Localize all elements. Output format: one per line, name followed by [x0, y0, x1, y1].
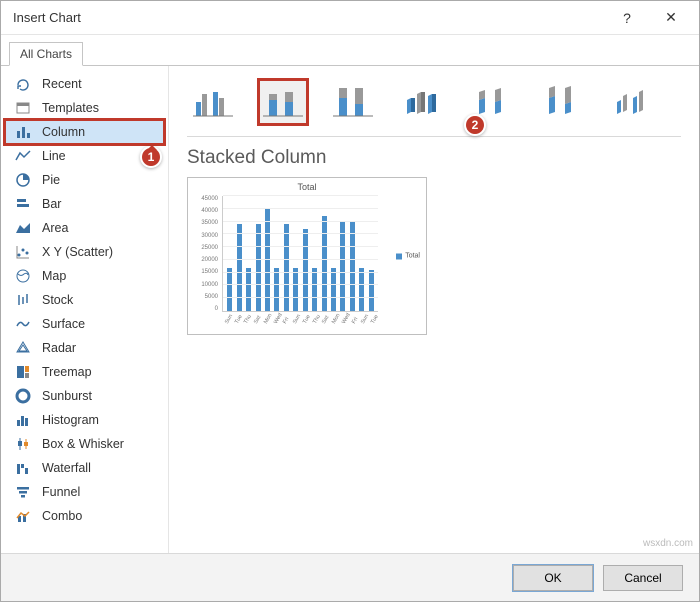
radar-icon: [14, 339, 32, 357]
chart-plot-area: [222, 196, 378, 312]
treemap-icon: [14, 363, 32, 381]
sidebar-item-histogram[interactable]: Histogram: [5, 408, 164, 432]
pie-icon: [14, 171, 32, 189]
subtype-3d-clustered-column[interactable]: [397, 78, 449, 126]
line-icon: [14, 147, 32, 165]
sidebar-item-label: Box & Whisker: [42, 437, 124, 451]
sidebar-item-column[interactable]: Column: [5, 120, 164, 144]
tab-label: All Charts: [20, 47, 72, 61]
sidebar-item-label: Sunburst: [42, 389, 92, 403]
templates-icon: [14, 99, 32, 117]
column-icon: [14, 123, 32, 141]
sidebar-item-label: Treemap: [42, 365, 92, 379]
annotation-marker-2: 2: [464, 114, 486, 136]
tab-strip: All Charts: [1, 35, 699, 66]
sidebar-item-stock[interactable]: Stock: [5, 288, 164, 312]
funnel-icon: [14, 483, 32, 501]
tab-all-charts[interactable]: All Charts: [9, 42, 83, 66]
subtype-stacked-column[interactable]: [257, 78, 309, 126]
watermark: wsxdn.com: [643, 538, 693, 549]
sidebar-item-waterfall[interactable]: Waterfall: [5, 456, 164, 480]
sidebar-item-label: Funnel: [42, 485, 80, 499]
legend-label: Total: [405, 253, 420, 260]
sidebar-item-label: Line: [42, 149, 66, 163]
sidebar-item-map[interactable]: Map: [5, 264, 164, 288]
close-button[interactable]: ✕: [649, 2, 693, 34]
sidebar-item-sunburst[interactable]: Sunburst: [5, 384, 164, 408]
sidebar-item-label: Area: [42, 221, 68, 235]
chart-y-axis: 4500040000350003000025000200001500010000…: [194, 196, 218, 312]
sidebar-item-bar[interactable]: Bar: [5, 192, 164, 216]
titlebar: Insert Chart ? ✕: [1, 1, 699, 35]
sidebar-item-label: Histogram: [42, 413, 99, 427]
button-label: Cancel: [624, 571, 661, 585]
annotation-marker-1: 1: [140, 146, 162, 168]
sidebar-item-area[interactable]: Area: [5, 216, 164, 240]
sidebar-item-label: Bar: [42, 197, 61, 211]
box-whisker-icon: [14, 435, 32, 453]
area-icon: [14, 219, 32, 237]
map-icon: [14, 267, 32, 285]
insert-chart-dialog: Insert Chart ? ✕ All Charts Recent Templ…: [0, 0, 700, 602]
legend-swatch: [396, 253, 402, 259]
chart-content-pane: Stacked Column Total 4500040000350003000…: [169, 66, 699, 553]
subtype-100-stacked-column[interactable]: [327, 78, 379, 126]
help-icon: ?: [623, 10, 631, 26]
chart-bars: [225, 196, 376, 311]
chart-x-axis: SunTueThuSatMonWedFriSunTueThuSatMonWedF…: [222, 322, 378, 328]
button-label: OK: [544, 571, 561, 585]
bar-icon: [14, 195, 32, 213]
sidebar-item-label: Radar: [42, 341, 76, 355]
sunburst-icon: [14, 387, 32, 405]
dialog-title: Insert Chart: [13, 10, 605, 25]
sidebar-item-label: Column: [42, 125, 85, 139]
sidebar-item-label: X Y (Scatter): [42, 245, 113, 259]
sidebar-item-combo[interactable]: Combo: [5, 504, 164, 528]
sidebar-item-treemap[interactable]: Treemap: [5, 360, 164, 384]
chart-subtype-row: [187, 78, 681, 137]
waterfall-icon: [14, 459, 32, 477]
sidebar-item-label: Templates: [42, 101, 99, 115]
sidebar-item-templates[interactable]: Templates: [5, 96, 164, 120]
subtype-clustered-column[interactable]: [187, 78, 239, 126]
sidebar-item-scatter[interactable]: X Y (Scatter): [5, 240, 164, 264]
chart-category-sidebar: Recent Templates Column Line Pie Bar Are…: [1, 66, 169, 553]
sidebar-item-label: Stock: [42, 293, 73, 307]
chart-legend: Total: [396, 253, 420, 260]
sidebar-item-box-whisker[interactable]: Box & Whisker: [5, 432, 164, 456]
scatter-icon: [14, 243, 32, 261]
stock-icon: [14, 291, 32, 309]
histogram-icon: [14, 411, 32, 429]
sidebar-item-radar[interactable]: Radar: [5, 336, 164, 360]
sidebar-item-funnel[interactable]: Funnel: [5, 480, 164, 504]
sidebar-item-label: Combo: [42, 509, 82, 523]
cancel-button[interactable]: Cancel: [603, 565, 683, 591]
sidebar-item-surface[interactable]: Surface: [5, 312, 164, 336]
recent-icon: [14, 75, 32, 93]
sidebar-item-label: Pie: [42, 173, 60, 187]
sidebar-item-label: Map: [42, 269, 66, 283]
sidebar-item-recent[interactable]: Recent: [5, 72, 164, 96]
help-button[interactable]: ?: [605, 2, 649, 34]
chart-preview[interactable]: Total 4500040000350003000025000200001500…: [187, 177, 427, 335]
subtype-3d-100-stacked-column[interactable]: [537, 78, 589, 126]
ok-button[interactable]: OK: [513, 565, 593, 591]
sidebar-item-label: Surface: [42, 317, 85, 331]
preview-heading: Stacked Column: [187, 147, 681, 169]
close-icon: ✕: [665, 9, 677, 26]
surface-icon: [14, 315, 32, 333]
sidebar-item-label: Waterfall: [42, 461, 91, 475]
chart-title: Total: [194, 182, 420, 192]
sidebar-item-pie[interactable]: Pie: [5, 168, 164, 192]
combo-icon: [14, 507, 32, 525]
dialog-body: Recent Templates Column Line Pie Bar Are…: [1, 66, 699, 553]
dialog-footer: OK Cancel: [1, 553, 699, 601]
subtype-3d-column[interactable]: [607, 78, 659, 126]
sidebar-item-label: Recent: [42, 77, 82, 91]
